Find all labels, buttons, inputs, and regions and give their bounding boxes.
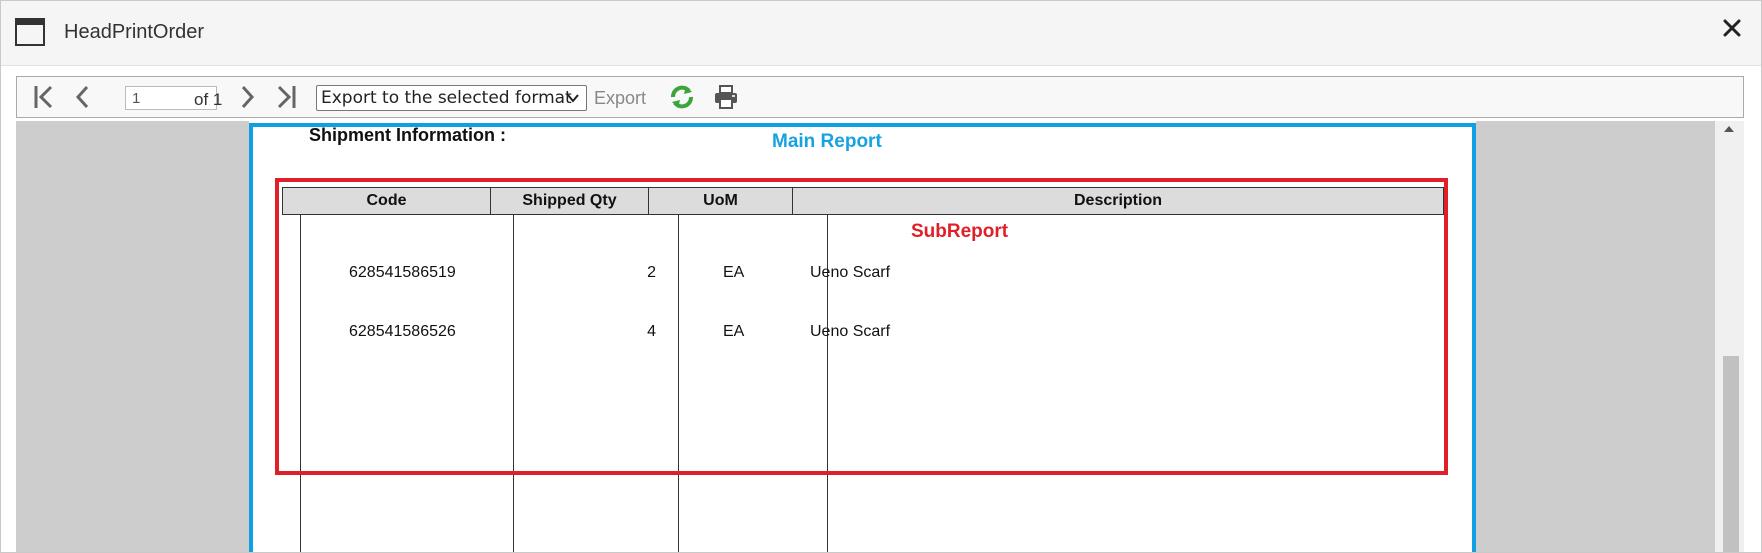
last-page-icon: [277, 85, 296, 109]
prev-page-icon: [75, 85, 89, 109]
section-title: Shipment Information :: [309, 125, 506, 145]
prev-page-button[interactable]: [71, 82, 93, 112]
refresh-icon: [671, 85, 693, 109]
window-title: HeadPrintOrder: [64, 21, 205, 43]
print-dialog: HeadPrintOrder of 1: [0, 0, 1762, 553]
first-page-icon: [34, 85, 53, 109]
scroll-up-arrow-icon[interactable]: [1722, 124, 1736, 134]
title-bar: HeadPrintOrder: [1, 1, 1761, 66]
next-page-button[interactable]: [237, 82, 259, 112]
report-toolbar: of 1 Export to the selected format Expor…: [16, 76, 1744, 118]
window-icon: [15, 18, 45, 46]
refresh-button[interactable]: [667, 82, 697, 112]
last-page-button[interactable]: [273, 82, 299, 112]
main-report-label: Main Report: [772, 131, 882, 152]
next-page-icon: [241, 85, 255, 109]
subreport-frame: [275, 178, 1448, 475]
close-icon: [1723, 19, 1741, 37]
print-icon: [715, 85, 737, 109]
chevron-down-icon: [567, 94, 579, 103]
close-button[interactable]: [1717, 15, 1747, 45]
print-button[interactable]: [711, 82, 741, 112]
export-format-value: Export to the selected format: [321, 88, 572, 108]
export-format-select[interactable]: Export to the selected format: [316, 85, 587, 111]
vertical-scrollbar[interactable]: [1715, 121, 1744, 552]
first-page-button[interactable]: [31, 82, 57, 112]
page-count-label: of 1: [194, 90, 223, 109]
scrollbar-thumb[interactable]: [1723, 356, 1739, 552]
report-viewer: Shipment Information : Main Report Code …: [16, 121, 1744, 552]
export-button[interactable]: Export: [594, 88, 646, 109]
